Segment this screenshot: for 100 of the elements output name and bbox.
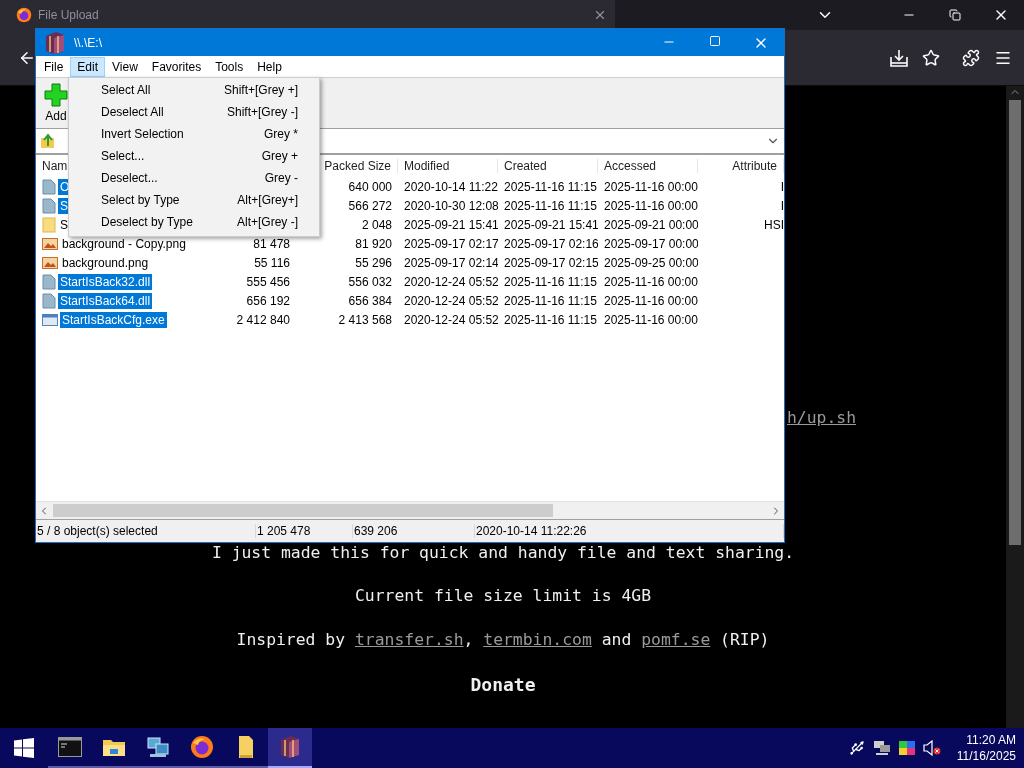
download-icon[interactable] xyxy=(890,48,908,67)
status-text: 639 206 xyxy=(353,524,475,538)
image-file-icon xyxy=(42,255,58,270)
archive-box-icon[interactable] xyxy=(44,30,66,55)
packed-size-cell-text: 81 920 xyxy=(354,236,393,251)
file-name[interactable]: background.png xyxy=(60,254,151,271)
size-cell-text: 81 478 xyxy=(252,236,291,251)
accessed-cell-text: 2025-11-16 00:00 xyxy=(603,198,698,213)
size-cell-text: 656 192 xyxy=(245,293,291,308)
status-text: 2020-10-14 11:22:26 xyxy=(475,524,784,538)
network-computers-icon[interactable] xyxy=(146,736,170,758)
document-folder-icon[interactable] xyxy=(238,735,254,759)
created-cell-text: 2025-09-17 02:16 xyxy=(503,236,598,251)
created-cell-text: 2025-11-16 11:15 xyxy=(503,293,598,308)
menu-option[interactable]: Invert Selection Grey * xyxy=(69,123,319,145)
column-header[interactable]: Created xyxy=(498,159,598,173)
file-name[interactable]: StartIsBack32.dll xyxy=(58,273,153,290)
link[interactable]: h/up.sh xyxy=(787,408,857,427)
clock-date[interactable]: 11/16/2025 xyxy=(956,748,1016,764)
status-text: 5 / 8 object(s) selected xyxy=(36,524,256,538)
windows-logo-icon[interactable] xyxy=(14,738,34,758)
modified-cell-text: 2020-12-24 05:52 xyxy=(403,293,498,308)
folder-icon[interactable] xyxy=(102,737,126,757)
plus-icon xyxy=(44,83,68,107)
menu-item[interactable]: Edit xyxy=(70,56,106,77)
modified-cell-text: 2020-10-30 12:08 xyxy=(403,198,498,213)
accessed-cell-text: 2025-11-16 00:00 xyxy=(603,274,698,289)
up-folder-icon[interactable] xyxy=(40,133,56,149)
browser-icon xyxy=(16,7,32,23)
status-text: 1 205 478 xyxy=(256,524,353,538)
link[interactable]: termbin.com xyxy=(483,630,592,649)
scrollbar[interactable] xyxy=(1006,86,1024,728)
size-limit-text: Current file size limit is 4GB xyxy=(354,585,651,607)
intro-text: I just made this for quick and handy file and text sharing. xyxy=(211,542,795,564)
attributes-cell-text: HSI xyxy=(763,217,784,232)
packed-size-cell-text: 656 384 xyxy=(347,293,393,308)
menu-item[interactable]: Favorites xyxy=(144,56,209,77)
browser-tab[interactable]: File Upload xyxy=(0,0,615,30)
menu-option[interactable]: Deselect All Shift+[Grey -] xyxy=(69,101,319,123)
packed-size-cell-text: 566 272 xyxy=(347,198,393,213)
usb-icon[interactable] xyxy=(848,740,865,756)
inspired-text: Inspired by transfer.sh, termbin.com and pomf.se (RIP) xyxy=(236,629,770,651)
modified-cell-text: 2025-09-17 02:14 xyxy=(403,255,498,270)
maximize-icon[interactable] xyxy=(709,34,721,47)
donate-heading: Donate xyxy=(470,673,536,697)
tab-title: File Upload xyxy=(38,8,100,22)
modified-cell-text: 2020-12-24 05:52 xyxy=(403,274,498,289)
archive-box-icon[interactable] xyxy=(279,735,301,759)
created-cell-text: 2025-11-16 11:15 xyxy=(503,198,598,213)
created-cell-text: 2025-09-17 02:15 xyxy=(503,255,598,270)
modified-cell-text: 2025-09-17 02:17 xyxy=(403,236,498,251)
bookmark-star-icon[interactable] xyxy=(922,48,940,67)
menu-item[interactable]: File xyxy=(37,56,71,77)
file-icon xyxy=(42,292,56,309)
column-header[interactable]: Accessed xyxy=(598,159,698,173)
column-header[interactable]: Modified xyxy=(398,159,498,173)
menu-option[interactable]: Select All Shift+[Grey +] xyxy=(69,79,319,101)
browser-icon[interactable] xyxy=(190,735,214,759)
packed-size-cell-text: 556 032 xyxy=(347,274,393,289)
menu-option[interactable]: Deselect by Type Alt+[Grey -] xyxy=(69,211,319,233)
attributes-cell-text: I xyxy=(779,198,784,213)
program-file-icon xyxy=(42,312,58,327)
menu-item[interactable]: View xyxy=(105,56,145,77)
clock-time[interactable]: 11:20 AM xyxy=(966,732,1016,748)
accessed-cell-text: 2025-09-17 00:00 xyxy=(603,236,698,251)
network-icon[interactable] xyxy=(872,740,891,756)
modified-cell-text: 2020-12-24 05:52 xyxy=(403,312,498,327)
packed-size-cell-text: 2 413 568 xyxy=(337,312,393,327)
packed-size-cell-text: 55 296 xyxy=(354,255,393,270)
terminal-icon[interactable] xyxy=(58,737,82,757)
image-file-icon xyxy=(42,236,58,251)
muted-speaker-icon[interactable] xyxy=(922,740,941,756)
created-cell-text: 2025-11-16 11:15 xyxy=(503,312,598,327)
menu-item[interactable]: Tools xyxy=(208,56,251,77)
modified-cell-text: 2025-09-21 15:41 xyxy=(403,217,498,232)
window-title: \\.\E:\ xyxy=(74,35,102,50)
file-name[interactable]: S xyxy=(58,216,70,233)
size-cell-text: 555 456 xyxy=(245,274,291,289)
file-icon xyxy=(42,273,56,290)
extensions-icon[interactable] xyxy=(962,48,980,67)
size-cell-text: 2 412 840 xyxy=(235,312,291,327)
menu-option[interactable]: Select by Type Alt+[Grey+] xyxy=(69,189,319,211)
folder-icon xyxy=(42,216,56,233)
link[interactable]: transfer.sh xyxy=(354,630,464,649)
restore-icon[interactable] xyxy=(949,9,961,21)
file-name[interactable]: StartIsBack64.dll xyxy=(58,292,153,309)
file-icon xyxy=(42,178,56,195)
created-cell-text: 2025-11-16 11:15 xyxy=(503,179,598,194)
column-header[interactable]: Attribute xyxy=(698,159,784,173)
attributes-cell-text: I xyxy=(779,179,784,194)
accessed-cell-text: 2025-11-16 00:00 xyxy=(603,312,698,327)
link[interactable]: pomf.se xyxy=(641,630,711,649)
file-name[interactable]: StartIsBackCfg.exe xyxy=(60,311,167,328)
menu-item[interactable]: Help xyxy=(250,56,289,77)
file-name[interactable]: background - Copy.png xyxy=(60,235,188,252)
color-palette-icon[interactable] xyxy=(898,741,915,755)
add-button[interactable]: Add xyxy=(40,83,72,123)
created-cell-text: 2025-11-16 11:15 xyxy=(503,274,598,289)
created-cell-text: 2025-09-21 15:41 xyxy=(503,217,598,232)
accessed-cell-text: 2025-09-21 00:00 xyxy=(603,217,698,232)
